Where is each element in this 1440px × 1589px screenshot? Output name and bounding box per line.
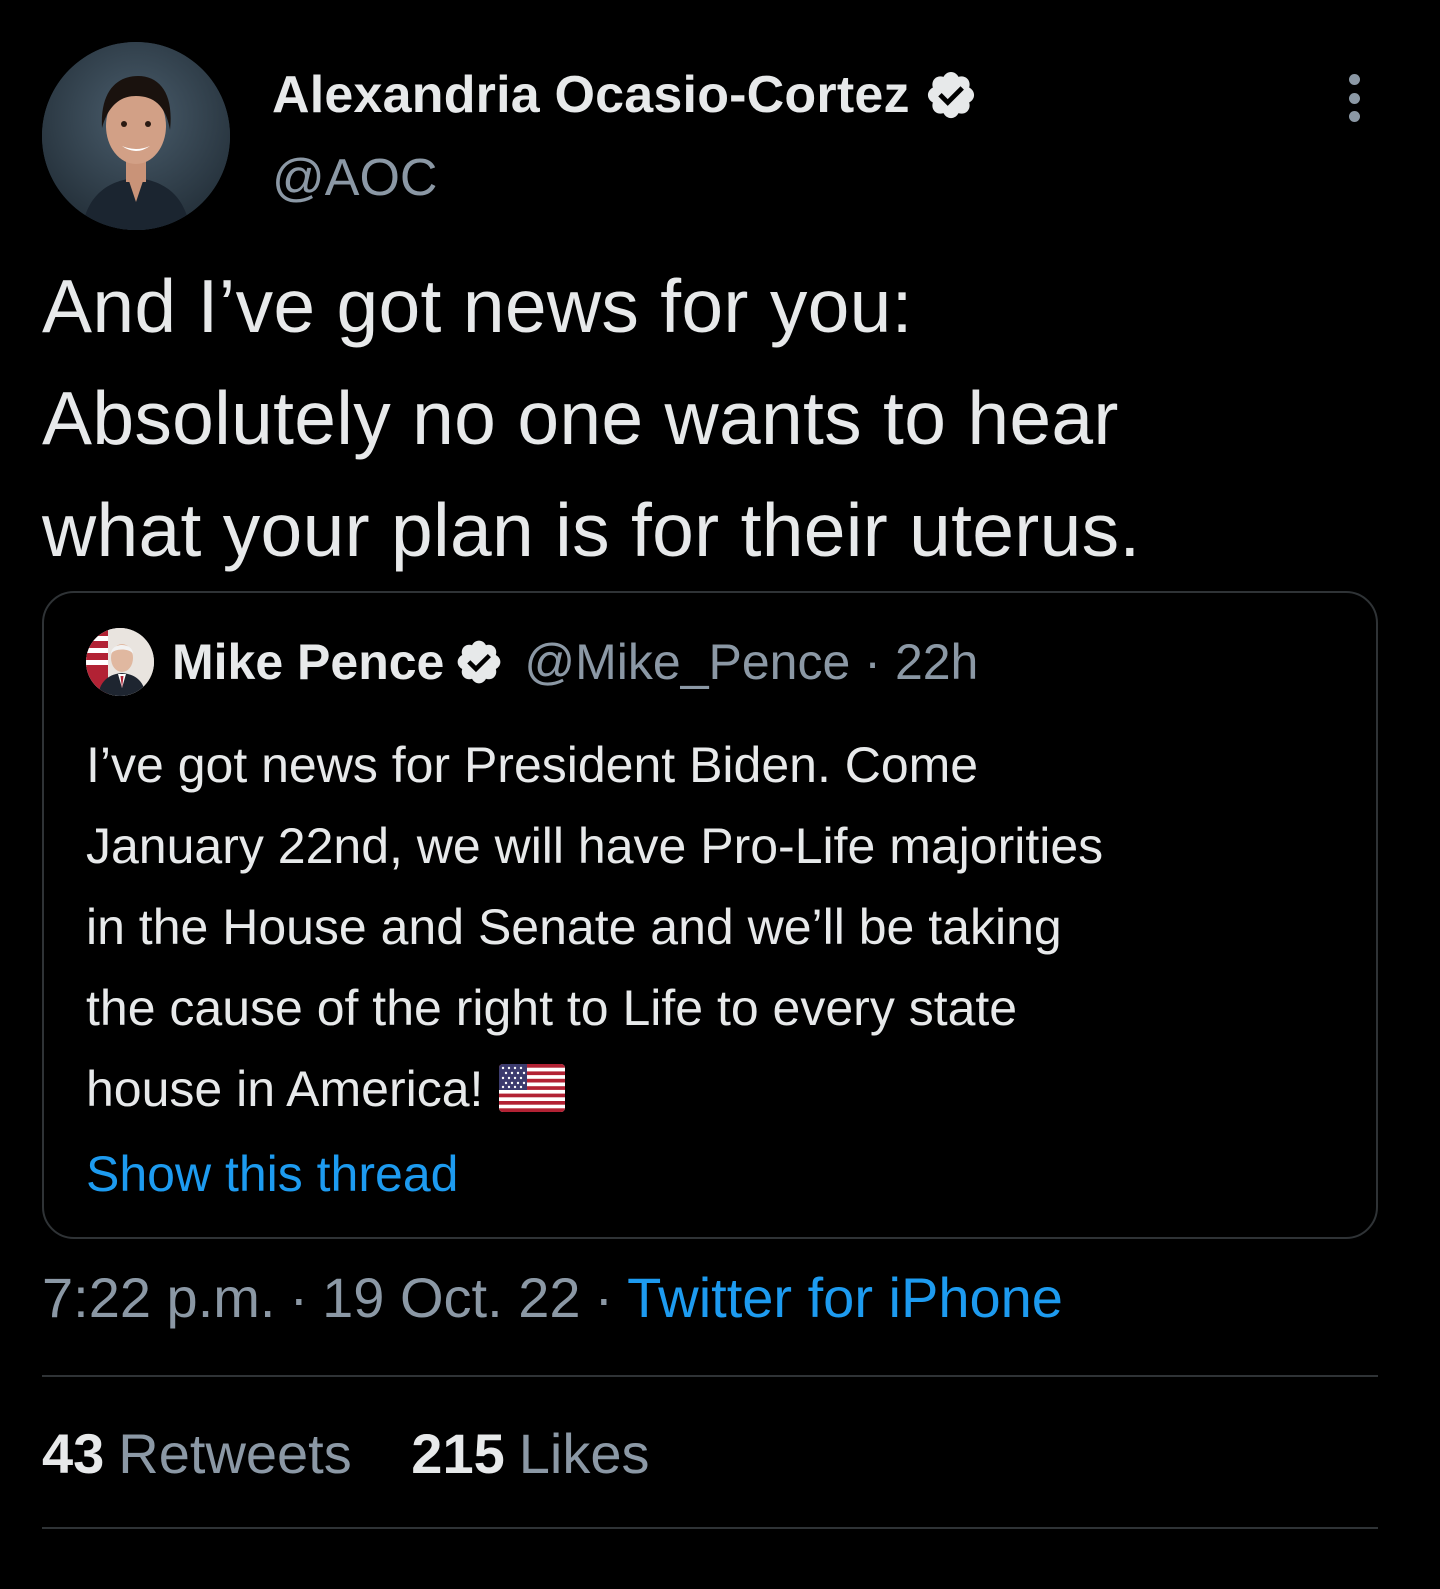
quoted-tweet-text: I’ve got news for President Biden. Come … [86,725,1346,1130]
quoted-tweet-text-line: January 22nd, we will have Pro-Life majo… [86,818,1104,874]
quoted-author-display-name[interactable]: Mike Pence [172,633,444,691]
quoted-tweet-card[interactable]: Mike Pence @Mike_Pence · 22h I’ve got ne… [42,591,1378,1239]
quoted-tweet-text-line: the cause of the right to Life to every … [86,980,1018,1036]
separator-dot: · [594,1266,614,1329]
author-display-name[interactable]: Alexandria Ocasio-Cortez [272,65,910,125]
quoted-author-avatar[interactable] [86,628,154,696]
author-handle[interactable]: @AOC [272,148,437,208]
author-avatar[interactable] [42,42,230,230]
tweet-text-line: And I’ve got news for you: [42,264,913,348]
tweet-source-link[interactable]: Twitter for iPhone [627,1266,1063,1329]
retweets-count: 43 [42,1422,105,1485]
author-name-row[interactable]: Alexandria Ocasio-Cortez [272,62,978,128]
likes-label: Likes [518,1422,650,1485]
likes-stat[interactable]: 215 Likes [411,1418,649,1490]
tweet-stats: 43 Retweets 215 Likes [42,1418,649,1490]
likes-count: 215 [411,1422,505,1485]
show-thread-link[interactable]: Show this thread [86,1145,458,1203]
quoted-tweet-time[interactable]: 22h [895,633,978,691]
quoted-author-avatar-image [86,628,154,696]
retweets-stat[interactable]: 43 Retweets [42,1418,352,1490]
quoted-tweet-last-line: house in America! [86,1049,1346,1130]
tweet-text-line: Absolutely no one wants to hear [42,376,1119,460]
tweet-meta: 7:22 p.m. · 19 Oct. 22 · Twitter for iPhone [42,1262,1063,1334]
quoted-tweet-text-line: house in America! [86,1061,484,1117]
us-flag-icon [499,1064,566,1112]
tweet-time[interactable]: 7:22 p.m. [42,1266,275,1329]
tweet-text-line: what your plan is for their uterus. [42,488,1141,572]
verified-badge-icon [458,640,501,684]
more-vertical-icon [1348,111,1360,122]
more-vertical-icon [1348,92,1360,104]
quoted-tweet-text-line: I’ve got news for President Biden. Come [86,737,979,793]
divider [42,1375,1378,1377]
author-avatar-image [42,42,230,230]
separator-dot: · [289,1266,309,1329]
quoted-tweet-text-line: in the House and Senate and we’ll be tak… [86,899,1062,955]
quoted-author-handle[interactable]: @Mike_Pence [524,633,850,691]
more-options-button[interactable] [1334,74,1374,122]
quoted-tweet-header: Mike Pence @Mike_Pence · 22h [86,628,978,696]
more-vertical-icon [1348,74,1360,85]
tweet-text: And I’ve got news for you: Absolutely no… [42,250,1402,586]
divider [42,1527,1378,1529]
verified-badge-icon [927,71,974,119]
separator-dot: · [864,634,881,690]
tweet-detail: Alexandria Ocasio-Cortez @AOC And I’ve g… [0,0,1440,1589]
tweet-date[interactable]: 19 Oct. 22 [322,1266,580,1329]
retweets-label: Retweets [118,1422,352,1485]
